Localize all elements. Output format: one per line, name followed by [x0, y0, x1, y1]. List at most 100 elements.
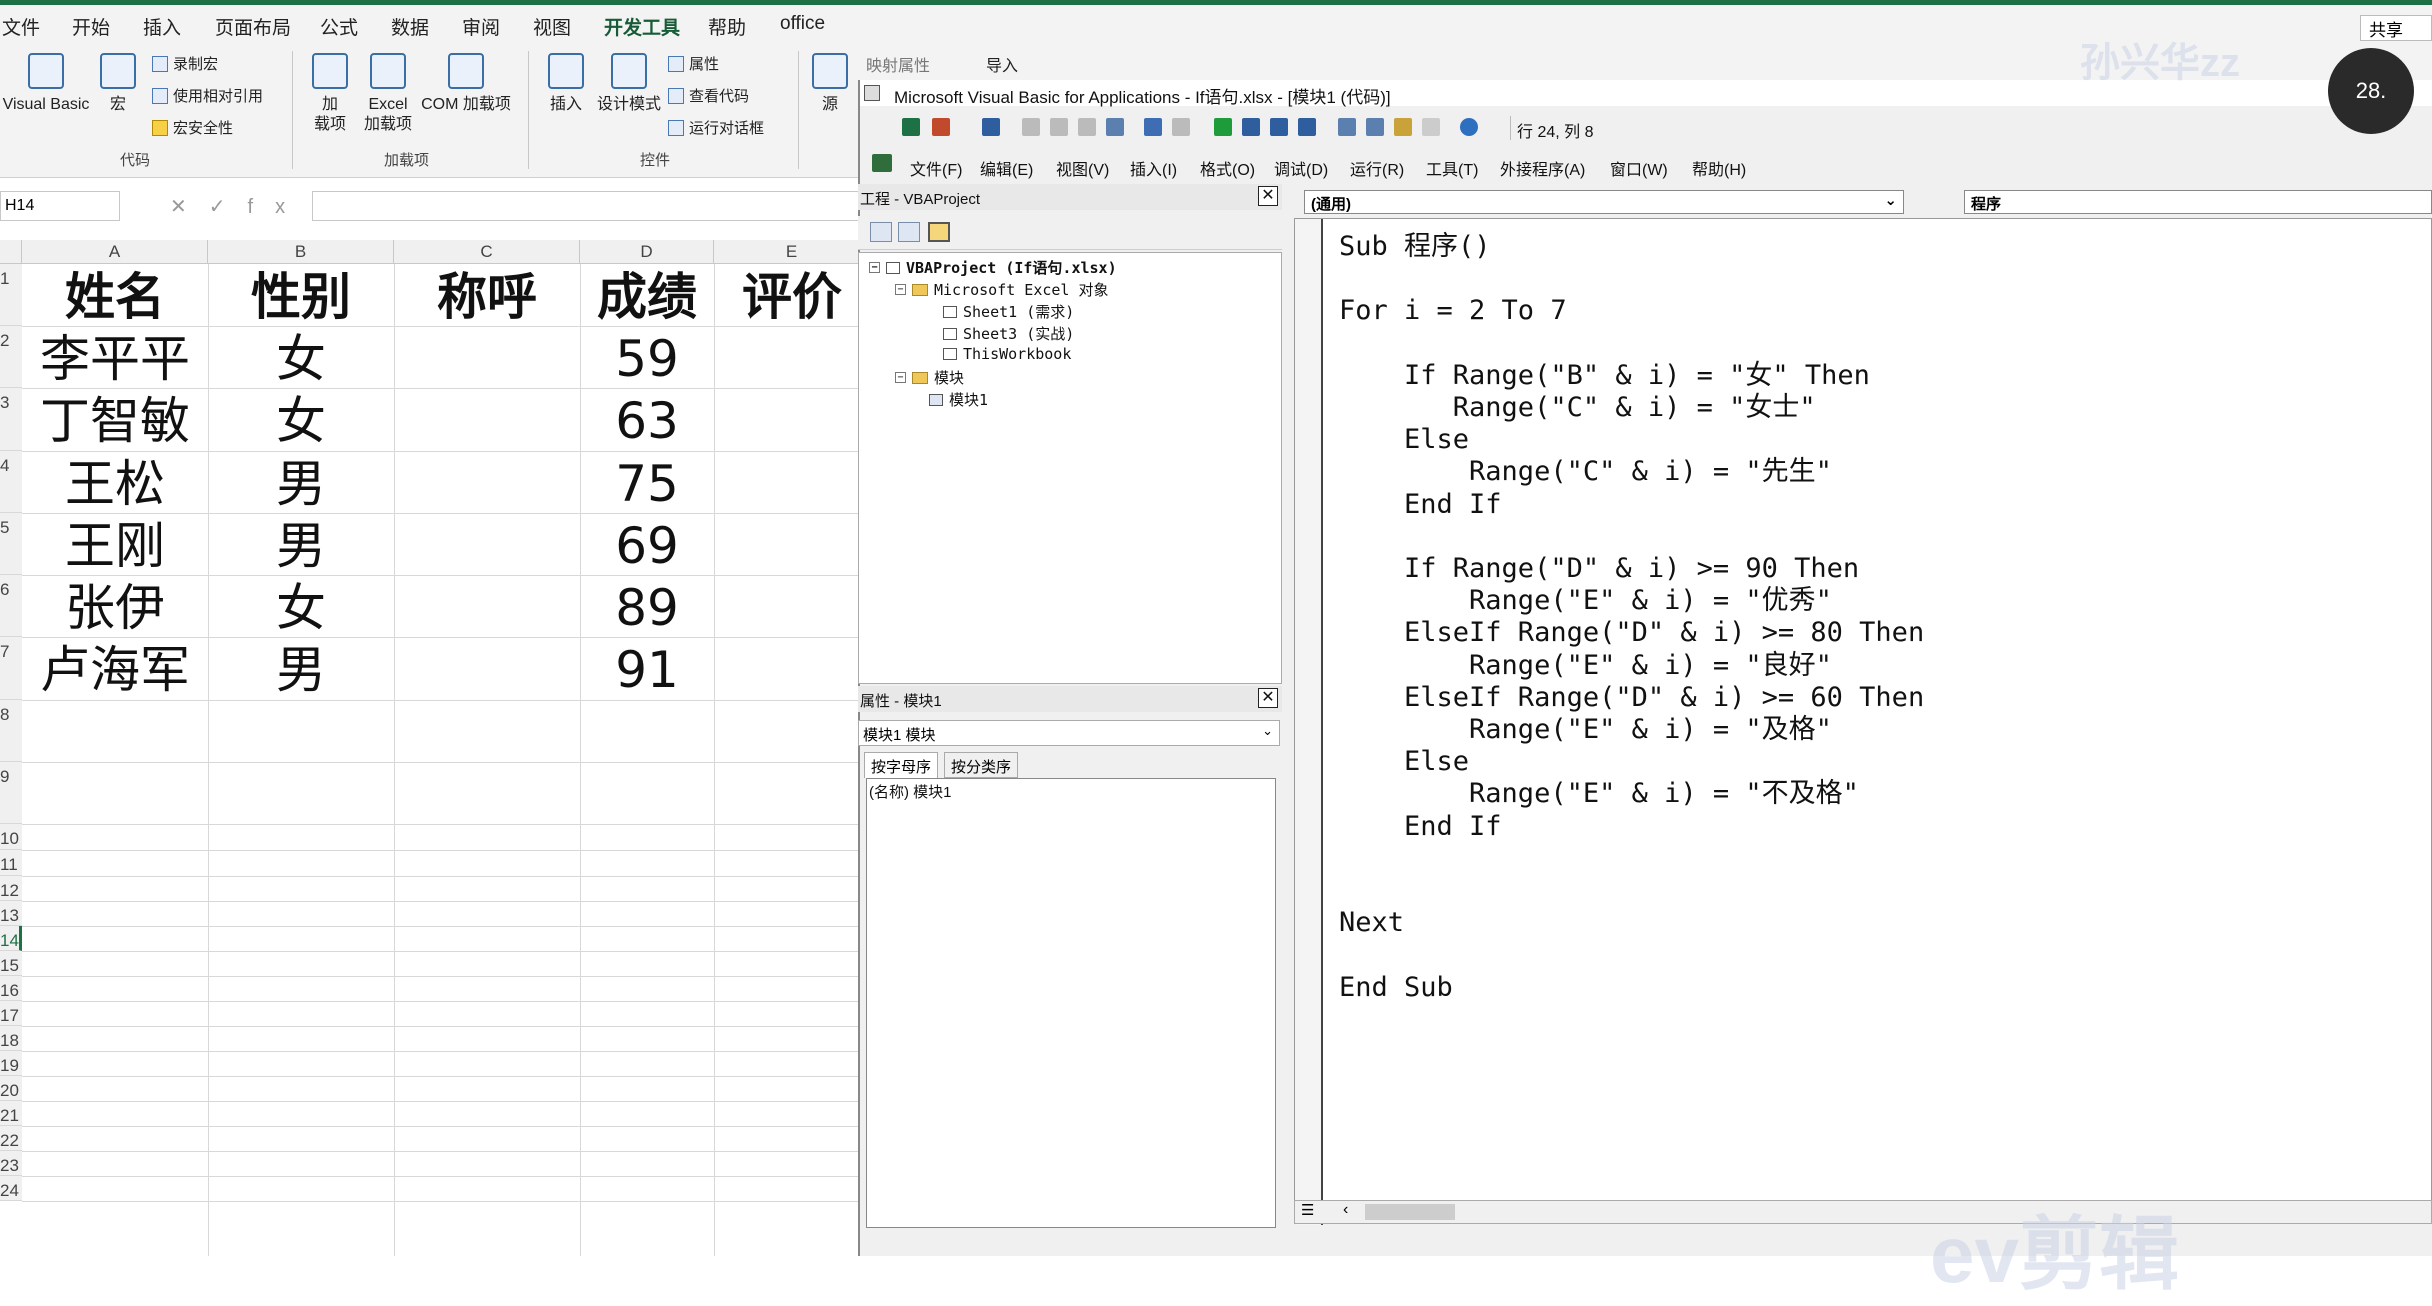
tree-node-modules[interactable]: − 模块 [895, 367, 964, 388]
tree-node-module1[interactable]: 模块1 [929, 389, 988, 410]
undo-icon[interactable] [1144, 118, 1162, 136]
pause-icon[interactable] [1242, 118, 1260, 136]
tab-file[interactable]: 文件 [2, 13, 40, 40]
cell-gender[interactable]: 男 [211, 459, 391, 509]
vbe-menu-help[interactable]: 帮助(H) [1692, 156, 1746, 180]
design-mode-button[interactable]: 设计模式 [594, 53, 664, 115]
tab-data[interactable]: 数据 [391, 13, 429, 40]
import-button[interactable]: 导入 [986, 52, 1018, 76]
source-button[interactable]: 源 [810, 53, 850, 115]
tab-page-layout[interactable]: 页面布局 [215, 13, 291, 40]
select-all-corner[interactable] [0, 240, 22, 264]
cell-name[interactable]: 卢海军 [25, 645, 205, 695]
row-header[interactable]: 2 [0, 326, 22, 388]
find-icon[interactable] [1106, 118, 1124, 136]
vbe-menu-view[interactable]: 视图(V) [1056, 156, 1109, 180]
insert-userform-icon[interactable] [932, 118, 950, 136]
header-cell-name[interactable]: 姓名 [25, 272, 205, 322]
row-header[interactable]: 17 [0, 1001, 22, 1026]
row-header[interactable]: 15 [0, 951, 22, 976]
cell-gender[interactable]: 女 [211, 396, 391, 446]
code-line[interactable]: ElseIf Range("D" & i) >= 60 Then [1339, 684, 1924, 711]
cell-name[interactable]: 张伊 [25, 583, 205, 633]
code-editor[interactable]: Sub 程序() For i = 2 To 7 If Range("B" & i)… [1294, 218, 2432, 1225]
project-explorer-icon[interactable] [1338, 118, 1356, 136]
insert-control-button[interactable]: 插入 [540, 53, 592, 115]
code-line[interactable]: Next [1339, 909, 1404, 936]
code-line[interactable]: Else [1339, 748, 1469, 775]
tab-view[interactable]: 视图 [533, 13, 571, 40]
code-line[interactable]: ElseIf Range("D" & i) >= 80 Then [1339, 619, 1924, 646]
cell-score[interactable]: 89 [557, 583, 737, 633]
code-line[interactable]: Range("C" & i) = "先生" [1339, 458, 1832, 485]
toggle-folders-icon[interactable] [928, 222, 950, 242]
cell-gender[interactable]: 男 [211, 521, 391, 571]
code-line[interactable]: Range("E" & i) = "不及格" [1339, 780, 1859, 807]
tree-node-sheet3[interactable]: Sheet3 (实战) [943, 323, 1074, 344]
row-header[interactable]: 5 [0, 513, 22, 575]
row-header[interactable]: 10 [0, 824, 22, 850]
view-object-icon[interactable] [898, 222, 920, 242]
paste-icon[interactable] [1078, 118, 1096, 136]
tab-review[interactable]: 审阅 [462, 13, 500, 40]
relative-ref-button[interactable]: 使用相对引用 [152, 85, 263, 106]
properties-window-icon[interactable] [1366, 118, 1384, 136]
vbe-menu-debug[interactable]: 调试(D) [1274, 156, 1328, 180]
collapse-icon[interactable]: − [895, 372, 906, 383]
visual-basic-button[interactable]: Visual Basic [0, 53, 92, 115]
row-header[interactable]: 19 [0, 1051, 22, 1076]
close-icon[interactable]: ✕ [1258, 186, 1278, 206]
code-line[interactable]: Else [1339, 426, 1469, 453]
view-code-button[interactable]: 查看代码 [668, 85, 749, 106]
cell-name[interactable]: 王松 [25, 459, 205, 509]
copy-icon[interactable] [1050, 118, 1068, 136]
vbe-menu-tools[interactable]: 工具(T) [1426, 156, 1478, 180]
code-line[interactable]: Sub 程序() [1339, 233, 1491, 260]
toolbox-icon[interactable] [1422, 118, 1440, 136]
header-cell-rating[interactable]: 评价 [702, 272, 882, 322]
code-line[interactable]: If Range("B" & i) = "女" Then [1339, 362, 1870, 389]
design-mode-icon[interactable] [1298, 118, 1316, 136]
row-header[interactable]: 23 [0, 1151, 22, 1176]
row-header[interactable]: 6 [0, 575, 22, 637]
column-header-e[interactable]: E [714, 240, 870, 264]
column-header-c[interactable]: C [394, 240, 580, 264]
vbe-menu-run[interactable]: 运行(R) [1350, 156, 1404, 180]
row-header[interactable]: 9 [0, 762, 22, 824]
map-properties-button[interactable]: 映射属性 [866, 52, 930, 76]
macro-security-button[interactable]: 宏安全性 [152, 117, 233, 138]
name-box[interactable]: H14 [0, 191, 120, 221]
column-header-a[interactable]: A [22, 240, 208, 264]
tab-insert[interactable]: 插入 [143, 13, 181, 40]
row-header[interactable]: 14 [0, 926, 22, 951]
cut-icon[interactable] [1022, 118, 1040, 136]
tab-categorized[interactable]: 按分类序 [944, 752, 1019, 778]
redo-icon[interactable] [1172, 118, 1190, 136]
code-line[interactable]: End If [1339, 491, 1502, 518]
cell-score[interactable]: 75 [557, 459, 737, 509]
excel-addins-button[interactable]: Excel 加载项 [360, 53, 416, 135]
share-button[interactable]: 共享 [2360, 15, 2432, 41]
row-header[interactable]: 1 [0, 264, 22, 326]
row-header[interactable]: 4 [0, 451, 22, 513]
cell-score[interactable]: 59 [557, 334, 737, 384]
collapse-icon[interactable]: − [869, 262, 880, 273]
code-line[interactable]: For i = 2 To 7 [1339, 297, 1567, 324]
row-header[interactable]: 18 [0, 1026, 22, 1051]
tree-node-excel-objects[interactable]: − Microsoft Excel 对象 [895, 279, 1109, 300]
help-icon[interactable] [1460, 118, 1478, 136]
view-excel-icon[interactable] [902, 118, 920, 136]
tab-alphabetic[interactable]: 按字母序 [864, 752, 939, 778]
tree-node-sheet1[interactable]: Sheet1 (需求) [943, 301, 1074, 322]
row-header[interactable]: 12 [0, 876, 22, 901]
code-line[interactable]: Range("E" & i) = "及格" [1339, 716, 1832, 743]
cell-name[interactable]: 李平平 [25, 334, 205, 384]
macro-button[interactable]: 宏 [98, 53, 138, 115]
vbe-menu-file[interactable]: 文件(F) [910, 156, 962, 180]
header-cell-title[interactable]: 称呼 [397, 272, 577, 322]
tree-node-thisworkbook[interactable]: ThisWorkbook [943, 345, 1071, 363]
tab-developer[interactable]: 开发工具 [604, 13, 681, 47]
view-toggle-icon[interactable]: ☰ [1301, 1201, 1314, 1219]
view-code-icon[interactable] [870, 222, 892, 242]
tree-node-project[interactable]: − VBAProject (If语句.xlsx) [869, 257, 1117, 278]
